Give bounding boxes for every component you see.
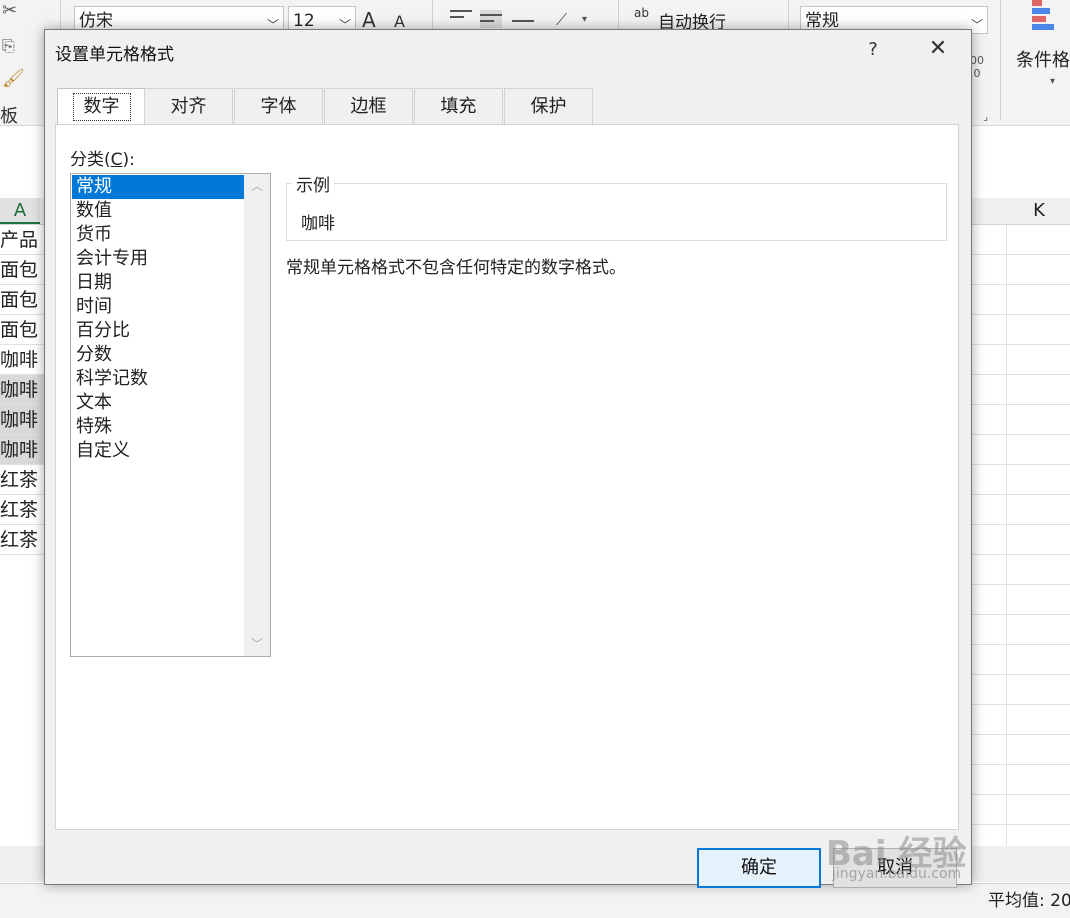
help-button[interactable]: ?	[861, 38, 885, 62]
conditional-format-button[interactable]: 条件格	[1016, 46, 1070, 72]
dialog-title: 设置单元格格式	[55, 45, 174, 65]
tab-protection[interactable]: 保护	[504, 88, 593, 124]
category-item-text[interactable]: 文本	[72, 391, 244, 415]
category-label: 分类(C):	[70, 150, 135, 170]
cell[interactable]: 红茶	[0, 465, 45, 495]
format-description: 常规单元格格式不包含任何特定的数字格式。	[286, 258, 626, 278]
conditional-format-icon	[1032, 0, 1060, 40]
cut-icon[interactable]: ✂	[2, 0, 17, 21]
orientation-icon[interactable]: ⟋	[556, 10, 567, 30]
status-bar	[0, 883, 1070, 918]
category-item-time[interactable]: 时间	[72, 295, 244, 319]
tab-number[interactable]: 数字	[57, 88, 146, 126]
number-tab-panel: 分类(C): 常规 数值 货币 会计专用 日期 时间 百分比 分数 科学记数 文…	[55, 124, 959, 830]
category-item-custom[interactable]: 自定义	[72, 439, 244, 463]
scroll-down-icon[interactable]: ﹀	[244, 634, 270, 654]
category-item-date[interactable]: 日期	[72, 271, 244, 295]
align-top-icon[interactable]	[450, 10, 472, 28]
clipboard-group-label: 板	[0, 106, 18, 127]
cell[interactable]: 红茶	[0, 495, 45, 525]
tab-font[interactable]: 字体	[234, 88, 323, 124]
cell[interactable]: 咖啡	[0, 345, 45, 375]
chevron-down-icon: ▾	[582, 14, 588, 25]
font-size-value: 12	[293, 11, 315, 31]
category-item-special[interactable]: 特殊	[72, 415, 244, 439]
scroll-up-icon[interactable]: ︿	[244, 176, 270, 196]
category-item-number[interactable]: 数值	[72, 199, 244, 223]
status-average: 平均值: 20	[988, 891, 1070, 911]
column-a-cells: 产品 面包 面包 面包 咖啡 咖啡 咖啡 咖啡 红茶 红茶 红茶	[0, 225, 45, 555]
listbox-scrollbar[interactable]: ︿ ﹀	[244, 174, 270, 656]
sample-legend: 示例	[292, 171, 334, 196]
cell[interactable]: 产品	[0, 225, 45, 255]
decimal-icon[interactable]: 00.0	[970, 54, 984, 80]
category-item-scientific[interactable]: 科学记数	[72, 367, 244, 391]
dialog-launcher-icon[interactable]: ⌟	[983, 110, 988, 123]
copy-icon[interactable]: ⎘	[2, 36, 15, 56]
wrap-text-icon: ab	[634, 6, 649, 20]
sample-groupbox	[286, 183, 947, 241]
column-header-a[interactable]: A	[0, 198, 40, 224]
font-name-value: 仿宋	[79, 11, 113, 31]
category-item-accounting[interactable]: 会计专用	[72, 247, 244, 271]
cell[interactable]: 面包	[0, 285, 45, 315]
chevron-down-icon: ﹀	[970, 18, 983, 32]
category-item-fraction[interactable]: 分数	[72, 343, 244, 367]
ribbon-divider	[1000, 0, 1001, 120]
cell[interactable]: 咖啡	[0, 375, 45, 405]
category-listbox[interactable]: 常规 数值 货币 会计专用 日期 时间 百分比 分数 科学记数 文本 特殊 自定…	[70, 173, 271, 657]
cell[interactable]: 面包	[0, 255, 45, 285]
number-format-value: 常规	[805, 11, 839, 31]
category-item-percentage[interactable]: 百分比	[72, 319, 244, 343]
sample-value: 咖啡	[301, 214, 335, 234]
chevron-down-icon: ▾	[1050, 76, 1056, 87]
cell[interactable]: 咖啡	[0, 435, 45, 465]
format-painter-icon[interactable]: 🖌	[2, 68, 25, 89]
column-header-k[interactable]: K	[1008, 198, 1070, 224]
category-list: 常规 数值 货币 会计专用 日期 时间 百分比 分数 科学记数 文本 特殊 自定…	[72, 175, 244, 463]
tab-fill[interactable]: 填充	[414, 88, 503, 124]
grid-line	[1006, 225, 1007, 845]
sheet-grid-right	[972, 225, 1070, 845]
cell[interactable]: 红茶	[0, 525, 45, 555]
align-middle-icon[interactable]	[480, 10, 502, 28]
tab-alignment[interactable]: 对齐	[144, 88, 233, 124]
category-item-currency[interactable]: 货币	[72, 223, 244, 247]
align-bottom-icon[interactable]	[512, 10, 534, 28]
tab-label: 数字	[72, 93, 131, 121]
close-button[interactable]: ✕	[925, 36, 951, 62]
tab-border[interactable]: 边框	[324, 88, 413, 124]
ok-button[interactable]: 确定	[697, 848, 821, 888]
cell[interactable]: 面包	[0, 315, 45, 345]
watermark-url: jingyan.baidu.com	[832, 866, 962, 882]
category-item-general[interactable]: 常规	[72, 175, 244, 199]
cell[interactable]: 咖啡	[0, 405, 45, 435]
format-cells-dialog: 设置单元格格式 ? ✕ 数字 对齐 字体 边框 填充 保护 分类(C): 常规 …	[44, 29, 972, 888]
